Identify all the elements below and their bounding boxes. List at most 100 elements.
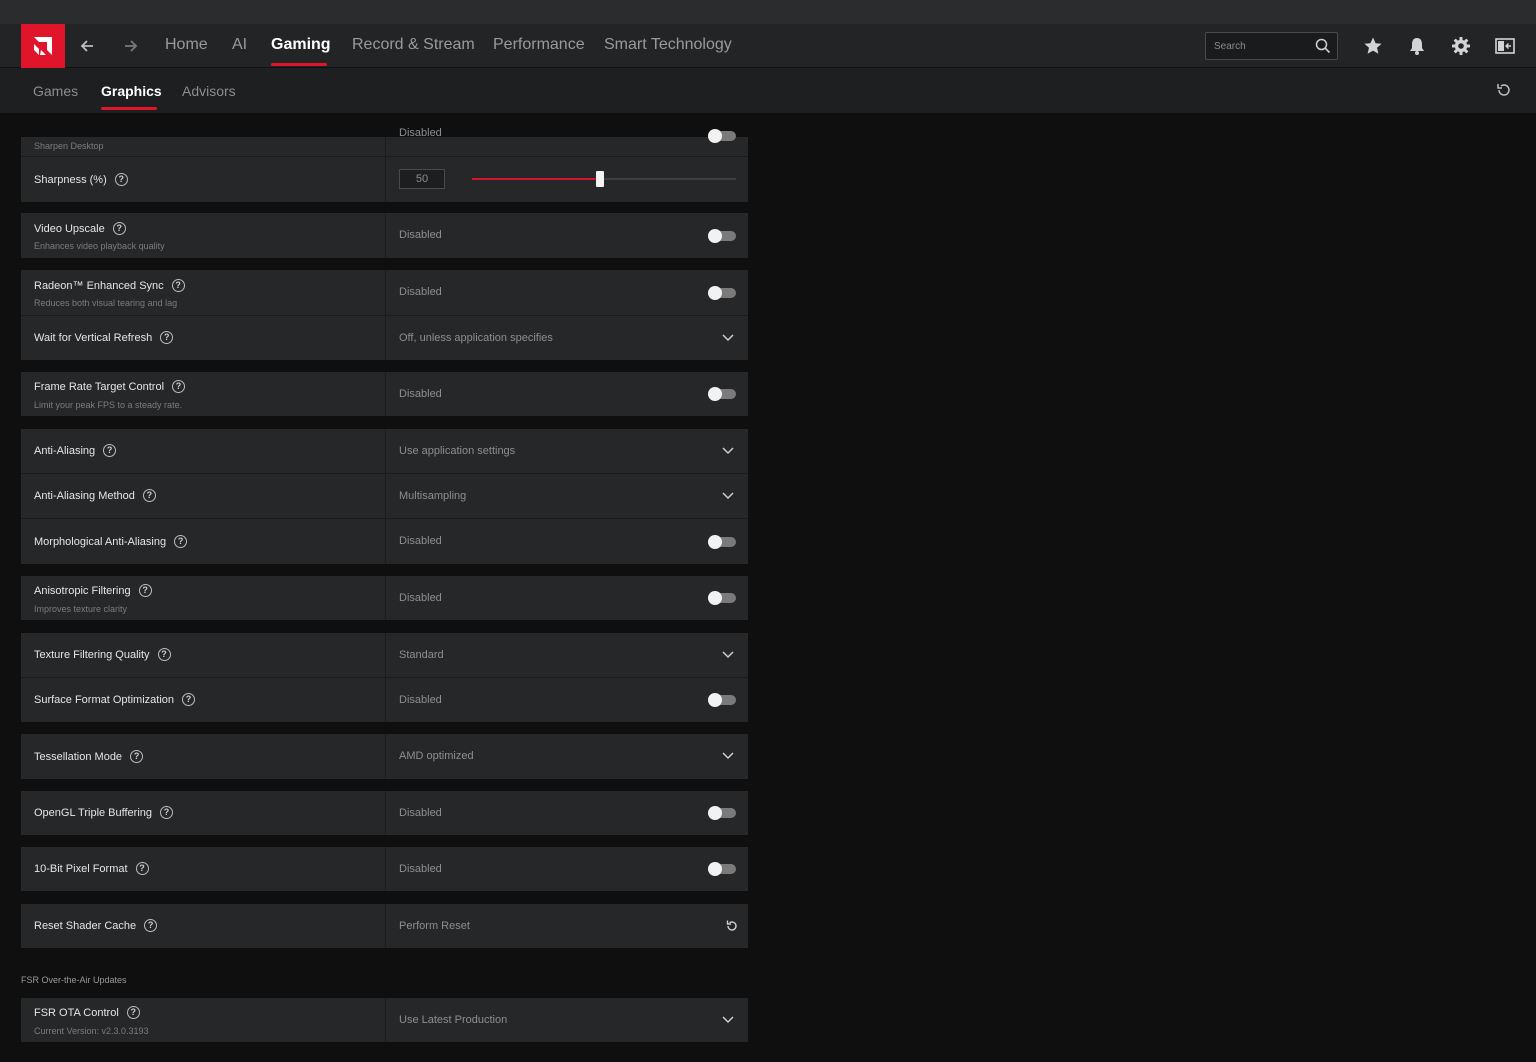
- setting-value: Disabled: [399, 863, 442, 875]
- setting-value: AMD optimized: [399, 750, 474, 762]
- toggle-switch[interactable]: [708, 535, 736, 549]
- texture-quality-dropdown[interactable]: Standard: [385, 633, 748, 677]
- chevron-down-icon: [722, 752, 734, 760]
- subtab-games[interactable]: Games: [33, 83, 78, 99]
- subtab-advisors[interactable]: Advisors: [182, 83, 236, 99]
- sharpness-value-input[interactable]: 50: [399, 169, 445, 189]
- fsr-ota-dropdown[interactable]: Use Latest Production: [385, 998, 748, 1042]
- setting-row-vertical-refresh: Wait for Vertical Refresh? Off, unless a…: [21, 316, 748, 360]
- setting-row-texture-quality: Texture Filtering Quality? Standard: [21, 633, 748, 677]
- amd-logo-icon: [34, 37, 52, 55]
- perform-reset-button[interactable]: Perform Reset: [385, 904, 748, 948]
- window-titlebar: [0, 0, 1536, 24]
- forward-arrow-icon[interactable]: [119, 34, 143, 58]
- aa-method-dropdown[interactable]: Multisampling: [385, 474, 748, 518]
- setting-label: Tessellation Mode: [34, 750, 123, 763]
- help-icon[interactable]: ?: [114, 173, 128, 186]
- setting-description: Reduces both visual tearing and lag: [34, 298, 178, 308]
- reset-icon[interactable]: [1495, 81, 1513, 99]
- toggle-switch[interactable]: [708, 387, 736, 401]
- toggle-switch[interactable]: [708, 286, 736, 300]
- help-icon[interactable]: ?: [130, 750, 144, 763]
- help-icon[interactable]: ?: [142, 489, 156, 502]
- help-icon[interactable]: ?: [174, 535, 188, 548]
- help-icon[interactable]: ?: [157, 648, 171, 661]
- help-icon[interactable]: ?: [160, 806, 174, 819]
- setting-value: Disabled: [399, 229, 442, 241]
- search-icon[interactable]: [1315, 38, 1331, 54]
- help-icon[interactable]: ?: [138, 584, 152, 597]
- help-icon[interactable]: ?: [172, 380, 186, 393]
- setting-value: Perform Reset: [399, 920, 470, 932]
- setting-row-aa-method: Anti-Aliasing Method? Multisampling: [21, 474, 748, 518]
- setting-label: Sharpness (%): [34, 173, 107, 186]
- section-heading-fsr: FSR Over-the-Air Updates: [21, 975, 127, 985]
- sub-navigation-bar: Games Graphics Advisors: [0, 68, 1536, 113]
- toggle-switch[interactable]: [708, 862, 736, 876]
- amd-logo[interactable]: [21, 24, 65, 68]
- slider-thumb[interactable]: [596, 171, 604, 187]
- setting-row-tessellation: Tessellation Mode? AMD optimized: [21, 734, 748, 779]
- nav-tab-record-stream[interactable]: Record & Stream: [352, 36, 475, 54]
- nav-tab-ai[interactable]: AI: [232, 36, 247, 54]
- search-input[interactable]: [1214, 38, 1310, 54]
- search-box[interactable]: [1205, 32, 1338, 60]
- setting-row-sharpness: Sharpness (%)? 50: [21, 157, 748, 202]
- setting-row-surface-format: Surface Format Optimization? Disabled: [21, 678, 748, 722]
- setting-label: 10-Bit Pixel Format: [34, 862, 128, 875]
- tessellation-dropdown[interactable]: AMD optimized: [385, 734, 748, 779]
- setting-description: Current Version: v2.3.0.3193: [34, 1026, 149, 1036]
- toggle-switch[interactable]: [708, 229, 736, 243]
- setting-label: Anti-Aliasing: [34, 444, 96, 457]
- help-icon[interactable]: ?: [135, 862, 149, 875]
- sharpness-slider[interactable]: [472, 171, 736, 187]
- star-icon[interactable]: [1362, 35, 1384, 57]
- setting-value: Disabled: [399, 286, 442, 298]
- help-icon[interactable]: ?: [103, 444, 117, 457]
- setting-value: Disabled: [399, 592, 442, 604]
- chevron-down-icon: [722, 1016, 734, 1024]
- vertical-refresh-dropdown[interactable]: Off, unless application specifies: [385, 316, 748, 360]
- gear-icon[interactable]: [1450, 35, 1472, 57]
- setting-value: Disabled: [399, 127, 442, 139]
- nav-tab-gaming[interactable]: Gaming: [271, 36, 331, 54]
- setting-label: OpenGL Triple Buffering: [34, 806, 153, 819]
- nav-tab-performance[interactable]: Performance: [493, 36, 585, 54]
- setting-label: Sharpen Desktop: [34, 141, 104, 151]
- setting-label: Anti-Aliasing Method: [34, 489, 135, 502]
- bell-icon[interactable]: [1406, 35, 1428, 57]
- setting-row-morph-aa: Morphological Anti-Aliasing? Disabled: [21, 519, 748, 564]
- chevron-down-icon: [722, 492, 734, 500]
- setting-row-sharpen-desktop: Sharpen Desktop Disabled: [21, 127, 748, 156]
- setting-row-reset-shader-cache: Reset Shader Cache? Perform Reset: [21, 904, 748, 948]
- subtab-graphics[interactable]: Graphics: [101, 83, 162, 99]
- active-subtab-indicator: [101, 107, 157, 110]
- help-icon[interactable]: ?: [171, 279, 185, 292]
- help-icon[interactable]: ?: [112, 222, 126, 235]
- help-icon[interactable]: ?: [160, 331, 174, 344]
- toggle-switch[interactable]: [708, 693, 736, 707]
- anti-aliasing-dropdown[interactable]: Use application settings: [385, 429, 748, 473]
- chevron-down-icon: [722, 334, 734, 342]
- setting-value: Standard: [399, 649, 444, 661]
- help-icon[interactable]: ?: [182, 693, 195, 706]
- setting-value: Disabled: [399, 807, 442, 819]
- help-icon[interactable]: ?: [144, 919, 158, 932]
- help-icon[interactable]: ?: [126, 1006, 140, 1019]
- setting-label: Anisotropic Filtering: [34, 584, 131, 597]
- toggle-switch[interactable]: [708, 591, 736, 605]
- toggle-switch[interactable]: [708, 129, 736, 143]
- setting-label: Radeon™ Enhanced Sync: [34, 279, 164, 292]
- nav-tab-home[interactable]: Home: [165, 36, 208, 54]
- setting-value: Disabled: [399, 535, 442, 547]
- sidebar-panel-icon[interactable]: [1494, 35, 1516, 57]
- setting-row-anti-aliasing: Anti-Aliasing? Use application settings: [21, 429, 748, 473]
- toggle-switch[interactable]: [708, 806, 736, 820]
- nav-tab-smart-technology[interactable]: Smart Technology: [604, 36, 732, 54]
- setting-row-10bit-pixel: 10-Bit Pixel Format? Disabled: [21, 847, 748, 891]
- setting-value: Disabled: [399, 388, 442, 400]
- reset-icon: [726, 920, 737, 931]
- back-arrow-icon[interactable]: [75, 34, 99, 58]
- setting-row-anisotropic: Anisotropic Filtering? Improves texture c…: [21, 576, 748, 620]
- setting-label: Frame Rate Target Control: [34, 380, 165, 393]
